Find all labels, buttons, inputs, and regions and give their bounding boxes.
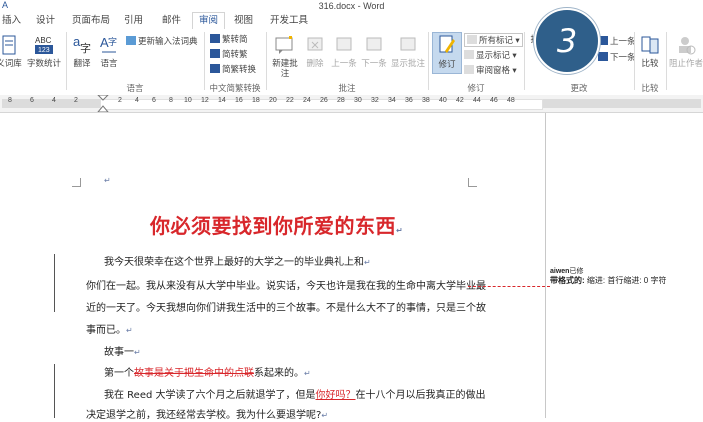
group-label-language: 语言 <box>126 83 144 93</box>
to-simplified-button[interactable]: 繁转简 <box>210 33 248 45</box>
paragraph-line[interactable]: 近的一天了。今天我想向你们讲我生活中的三个故事。不是什么大不了的事情，只是三个故 <box>86 302 486 315</box>
group-label-comments: 批注 <box>338 83 356 93</box>
thesaurus-icon <box>2 35 16 55</box>
tab-insert[interactable]: 插入 <box>0 14 27 27</box>
paragraph-line[interactable]: 我今天很荣幸在这个世界上最好的大学之一的毕业典礼上和↵ <box>104 256 371 269</box>
review-pane-icon <box>464 65 474 74</box>
tab-mailings[interactable]: 邮件 <box>156 14 187 27</box>
document-heading[interactable]: 你必须要找到你所爱的东西↵ <box>150 210 403 239</box>
language-icon: A字 <box>100 35 117 53</box>
track-changes-icon <box>439 35 455 53</box>
svg-text:ABC: ABC <box>35 36 52 45</box>
update-ime-icon <box>126 36 136 45</box>
paragraph-line[interactable]: 故事一↵ <box>104 346 141 359</box>
step-number-badge: 3 <box>534 8 600 74</box>
new-comment-icon <box>275 36 293 54</box>
track-changes-button[interactable]: 修订 <box>432 32 462 74</box>
markup-icon <box>467 35 477 44</box>
tab-developer[interactable]: 开发工具 <box>264 14 314 27</box>
thesaurus-button[interactable]: 义词库 <box>0 34 22 68</box>
change-bar <box>54 364 55 418</box>
paragraph-line[interactable]: 你们在一起。我从来没有从大学中毕业。说实话，今天也许是我在我的生命中离大学毕业最 <box>86 280 486 293</box>
translate-button[interactable]: a字 翻译 <box>70 34 94 68</box>
paragraph-mark: ↵ <box>104 176 111 185</box>
update-ime-button[interactable]: 更新输入法词典 <box>126 35 198 47</box>
paragraph-line[interactable]: 事而已。↵ <box>86 324 133 337</box>
convert-icon <box>210 64 220 73</box>
show-comments-button[interactable]: 显示批注 <box>390 34 426 68</box>
show-comments-icon <box>400 37 416 51</box>
title-bar: A 316.docx - Word <box>0 0 703 12</box>
next-change-icon <box>598 52 608 61</box>
to-traditional-icon <box>210 49 220 58</box>
next-comment-button[interactable]: 下一条 <box>360 34 388 68</box>
markup-pane <box>546 113 703 418</box>
block-authors-button[interactable]: 阻止作者 <box>669 34 703 68</box>
prev-comment-button[interactable]: 上一条 <box>330 34 358 68</box>
block-authors-icon <box>679 37 696 55</box>
prev-comment-icon <box>336 37 352 51</box>
word-count-button[interactable]: ABC 123 字数统计 <box>24 34 64 68</box>
change-bar <box>54 254 55 312</box>
svg-text:字: 字 <box>80 41 91 55</box>
tab-review[interactable]: 审阅 <box>192 12 226 30</box>
prev-change-button[interactable]: 上一条 <box>598 35 636 47</box>
comment-connector <box>468 286 550 287</box>
tab-view[interactable]: 视图 <box>228 14 259 27</box>
tab-layout[interactable]: 页面布局 <box>66 14 116 27</box>
horizontal-ruler[interactable]: 8 6 4 2 2 4 6 8 10 12 14 16 18 20 22 24 … <box>0 95 703 113</box>
convert-button[interactable]: 简繁转换 <box>210 63 256 75</box>
format-change-balloon[interactable]: aiwen已修 带格式的: 缩进: 首行缩进: 0 字符 <box>550 268 666 286</box>
group-label-tracking: 修订 <box>467 83 485 93</box>
review-pane-button[interactable]: 审阅窗格 ▾ <box>464 64 517 76</box>
language-button[interactable]: A字 语言 <box>96 34 122 68</box>
show-markup-button[interactable]: 显示标记 ▾ <box>464 49 517 61</box>
paragraph-line[interactable]: 第一个故事是关于把生命中的点联系起来的。↵ <box>104 367 311 380</box>
next-change-button[interactable]: 下一条 <box>598 51 636 63</box>
indent-marker-icon[interactable] <box>97 95 109 112</box>
compare-button[interactable]: 比较 <box>638 34 662 68</box>
svg-text:字: 字 <box>108 36 117 47</box>
next-comment-icon <box>366 37 382 51</box>
to-simplified-icon <box>210 34 220 43</box>
markup-dropdown[interactable]: 所有标记 ▾ <box>464 33 523 47</box>
inserted-text: 你好吗？ <box>315 390 356 401</box>
crop-mark <box>72 178 81 187</box>
tab-design[interactable]: 设计 <box>30 14 61 27</box>
group-label-compare: 比较 <box>641 83 659 93</box>
tab-references[interactable]: 引用 <box>118 14 149 27</box>
paragraph-line[interactable]: 决定退学之前，我还经常去学校。我为什么要退学呢?↵ <box>86 409 328 422</box>
group-label-chinese: 中文简繁转换 <box>209 83 261 93</box>
ribbon-tabs: 插入 设计 页面布局 引用 邮件 审阅 视图 开发工具 <box>0 12 703 30</box>
svg-text:123: 123 <box>38 47 50 54</box>
paragraph-line[interactable]: 我在 Reed 大学读了六个月之后就退学了，但是你好吗？在十八个月以后我真正的做… <box>104 389 486 402</box>
window-title: 316.docx - Word <box>318 1 385 11</box>
crop-mark <box>468 178 477 187</box>
compare-icon <box>641 36 659 54</box>
to-traditional-button[interactable]: 简转繁 <box>210 48 248 60</box>
new-comment-button[interactable]: 新建批注 <box>270 34 300 78</box>
deleted-text: 故事是关于把生命中的点联 <box>134 368 254 379</box>
translate-icon: a字 <box>73 34 91 55</box>
delete-comment-button[interactable]: 删除 <box>302 34 328 68</box>
show-markup-icon <box>464 50 474 59</box>
delete-comment-icon <box>307 37 323 51</box>
group-label-changes: 更改 <box>570 83 588 93</box>
word-count-icon: ABC 123 <box>35 36 53 54</box>
